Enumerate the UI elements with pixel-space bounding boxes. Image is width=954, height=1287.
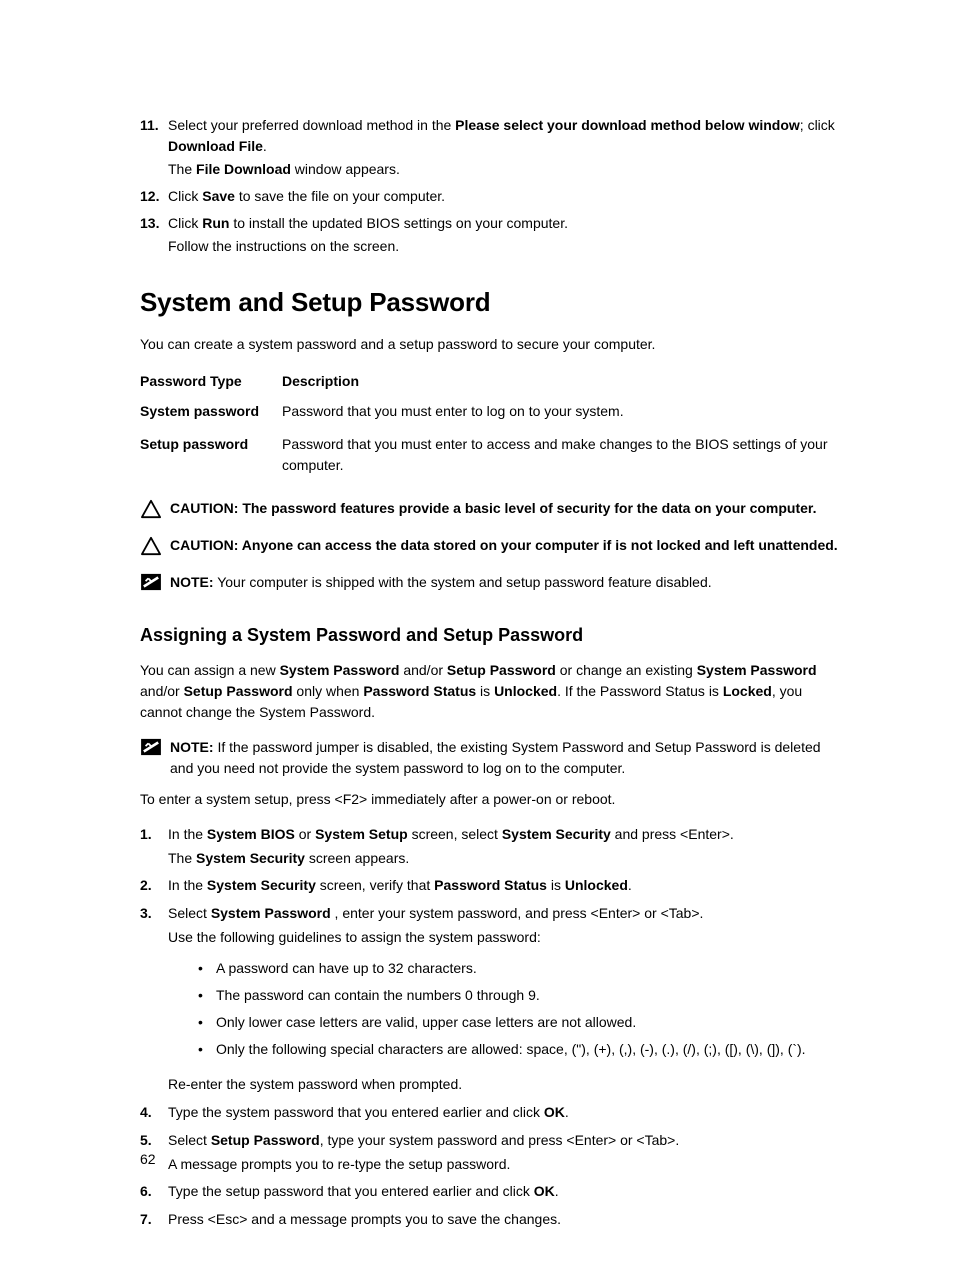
steps-ordered-list: 1. In the System BIOS or System Setup sc… [140, 824, 839, 1233]
list-number: 4. [140, 1102, 168, 1126]
step-3: 3. Select System Password , enter your s… [140, 903, 839, 1098]
list-body: Click Save to save the file on your comp… [168, 186, 839, 209]
text-line: Select your preferred download method in… [168, 115, 839, 157]
text-line: A message prompts you to re-type the set… [168, 1154, 839, 1176]
caution-text: CAUTION: The password features provide a… [170, 498, 839, 519]
list-item-11: 11. Select your preferred download metho… [140, 115, 839, 182]
password-table: Password Type Description System passwor… [140, 369, 839, 484]
bullet-list: A password can have up to 32 characters.… [198, 958, 839, 1060]
bullet-item: Only lower case letters are valid, upper… [198, 1012, 839, 1033]
list-number: 1. [140, 824, 168, 871]
paragraph: You can assign a new System Password and… [140, 660, 839, 723]
caution-icon [140, 535, 170, 562]
list-body: In the System BIOS or System Setup scree… [168, 824, 839, 871]
note-icon [140, 572, 170, 597]
text-line: In the System Security screen, verify th… [168, 875, 839, 897]
list-number: 11. [140, 115, 168, 182]
note-text: NOTE: Your computer is shipped with the … [170, 572, 839, 593]
table-cell: Setup password [140, 430, 282, 484]
step-1: 1. In the System BIOS or System Setup sc… [140, 824, 839, 871]
text-line: Click Save to save the file on your comp… [168, 186, 839, 207]
table-cell: Password that you must enter to log on t… [282, 397, 839, 430]
note-callout: NOTE: If the password jumper is disabled… [140, 737, 839, 779]
text-line: Press <Esc> and a message prompts you to… [168, 1209, 839, 1231]
text-line: Type the setup password that you entered… [168, 1181, 839, 1203]
text-line: The System Security screen appears. [168, 848, 839, 870]
list-body: Select Setup Password, type your system … [168, 1130, 839, 1177]
text-line: Follow the instructions on the screen. [168, 236, 839, 257]
list-body: Click Run to install the updated BIOS se… [168, 213, 839, 259]
list-body: In the System Security screen, verify th… [168, 875, 839, 899]
table-header: Description [282, 369, 839, 397]
table-row: Setup password Password that you must en… [140, 430, 839, 484]
table-row: System password Password that you must e… [140, 397, 839, 430]
list-number: 2. [140, 875, 168, 899]
caution-icon [140, 498, 170, 525]
note-icon [140, 737, 170, 762]
heading-2: Assigning a System Password and Setup Pa… [140, 625, 839, 646]
caution-callout: CAUTION: The password features provide a… [140, 498, 839, 525]
list-item-13: 13. Click Run to install the updated BIO… [140, 213, 839, 259]
list-body: Select System Password , enter your syst… [168, 903, 839, 1098]
table-cell: System password [140, 397, 282, 430]
text-line: Type the system password that you entere… [168, 1102, 839, 1124]
list-body: Select your preferred download method in… [168, 115, 839, 182]
table-header: Password Type [140, 369, 282, 397]
list-body: Press <Esc> and a message prompts you to… [168, 1209, 839, 1233]
text-line: The File Download window appears. [168, 159, 839, 180]
note-callout: NOTE: Your computer is shipped with the … [140, 572, 839, 597]
heading-1: System and Setup Password [140, 287, 839, 318]
text-line: Select Setup Password, type your system … [168, 1130, 839, 1152]
page-number: 62 [140, 1151, 156, 1167]
text-line: Re-enter the system password when prompt… [168, 1074, 839, 1096]
paragraph: To enter a system setup, press <F2> imme… [140, 789, 839, 810]
step-5: 5. Select Setup Password, type your syst… [140, 1130, 839, 1177]
text-line: Click Run to install the updated BIOS se… [168, 213, 839, 234]
list-number: 3. [140, 903, 168, 1098]
caution-text: CAUTION: Anyone can access the data stor… [170, 535, 839, 556]
bullet-item: Only the following special characters ar… [198, 1039, 839, 1060]
bullet-item: The password can contain the numbers 0 t… [198, 985, 839, 1006]
list-number: 7. [140, 1209, 168, 1233]
step-7: 7. Press <Esc> and a message prompts you… [140, 1209, 839, 1233]
intro-paragraph: You can create a system password and a s… [140, 334, 839, 355]
step-4: 4. Type the system password that you ent… [140, 1102, 839, 1126]
list-number: 12. [140, 186, 168, 209]
text-line: Use the following guidelines to assign t… [168, 927, 839, 949]
list-body: Type the system password that you entere… [168, 1102, 839, 1126]
step-2: 2. In the System Security screen, verify… [140, 875, 839, 899]
list-number: 13. [140, 213, 168, 259]
page: 11. Select your preferred download metho… [0, 0, 954, 1287]
list-item-12: 12. Click Save to save the file on your … [140, 186, 839, 209]
text-line: Select System Password , enter your syst… [168, 903, 839, 925]
step-6: 6. Type the setup password that you ente… [140, 1181, 839, 1205]
bullet-item: A password can have up to 32 characters. [198, 958, 839, 979]
caution-callout: CAUTION: Anyone can access the data stor… [140, 535, 839, 562]
list-number: 6. [140, 1181, 168, 1205]
continued-ordered-list: 11. Select your preferred download metho… [140, 115, 839, 259]
list-body: Type the setup password that you entered… [168, 1181, 839, 1205]
note-text: NOTE: If the password jumper is disabled… [170, 737, 839, 779]
table-header-row: Password Type Description [140, 369, 839, 397]
table-cell: Password that you must enter to access a… [282, 430, 839, 484]
text-line: In the System BIOS or System Setup scree… [168, 824, 839, 846]
